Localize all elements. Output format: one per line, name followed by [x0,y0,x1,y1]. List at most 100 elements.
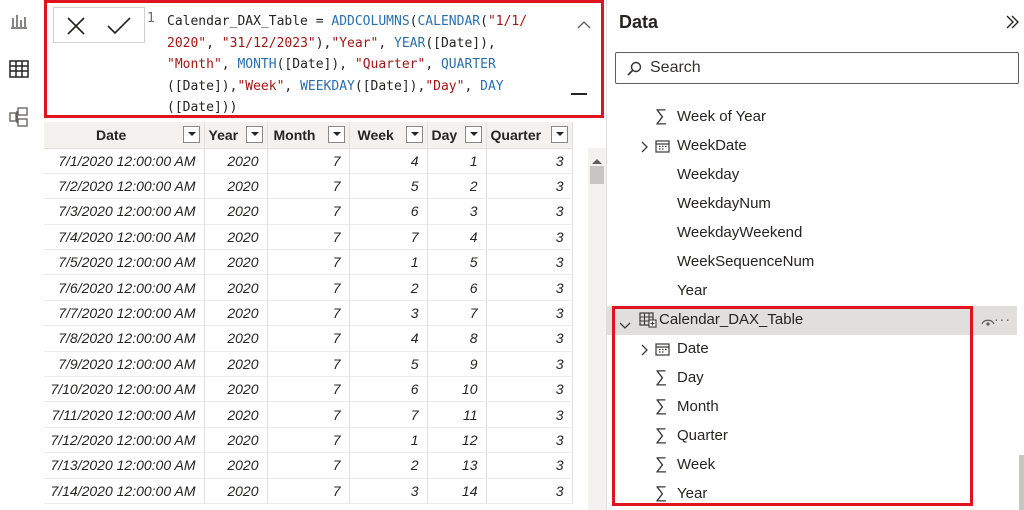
table-cell[interactable]: 3 [486,224,573,251]
table-cell[interactable]: 3 [486,173,573,200]
table-cell[interactable]: 2020 [204,452,268,479]
filter-dropdown-icon[interactable] [182,126,200,143]
field-item[interactable]: ∑ Week of Year [607,103,1017,132]
column-header-year[interactable]: Year [204,122,268,149]
collapse-formula-chevron-icon[interactable] [577,17,591,29]
pane-scrollbar[interactable] [1019,455,1024,510]
table-cell[interactable]: 7 [267,148,350,174]
search-input[interactable]: Search [615,52,1019,84]
table-cell[interactable]: 5 [349,351,428,378]
field-item[interactable]: ∑ Quarter [607,422,1017,451]
commit-check-icon[interactable] [106,14,132,38]
chevron-right-icon[interactable] [641,140,649,157]
table-cell[interactable]: 7 [267,325,350,352]
table-cell[interactable]: 1 [349,427,428,454]
table-cell[interactable]: 3 [486,274,573,301]
filter-dropdown-icon[interactable] [405,126,423,143]
more-options-icon[interactable]: ··· [994,311,1011,327]
table-cell[interactable]: 7 [349,401,428,428]
field-item[interactable]: ∑ Week [607,451,1017,480]
table-cell[interactable]: 2020 [204,376,268,403]
table-cell[interactable]: 6 [349,198,428,225]
table-cell[interactable]: 7 [267,427,350,454]
field-item[interactable]: ∑ Day [607,364,1017,393]
table-cell[interactable]: 12 [427,427,487,454]
table-cell[interactable]: 3 [349,300,428,327]
field-item[interactable]: WeekdayWeekend [607,219,1017,248]
table-cell[interactable]: 3 [486,249,573,276]
table-cell[interactable]: 3 [349,478,428,504]
chevron-down-icon[interactable] [619,317,631,334]
table-cell[interactable]: 7/12/2020 12:00:00 AM [44,427,205,454]
field-item[interactable]: WeekdayNum [607,190,1017,219]
table-cell[interactable]: 3 [486,148,573,174]
table-cell[interactable]: 3 [486,427,573,454]
table-cell[interactable]: 4 [349,148,428,174]
table-cell[interactable]: 2020 [204,148,268,174]
table-cell[interactable]: 7 [267,478,350,504]
table-cell[interactable]: 7/13/2020 12:00:00 AM [44,452,205,479]
table-cell[interactable]: 7/8/2020 12:00:00 AM [44,325,205,352]
table-cell[interactable]: 7/14/2020 12:00:00 AM [44,478,205,504]
table-cell[interactable]: 3 [486,300,573,327]
table-cell[interactable]: 7 [267,401,350,428]
column-header-day[interactable]: Day [427,122,487,149]
table-cell[interactable]: 7 [267,198,350,225]
table-cell[interactable]: 2020 [204,173,268,200]
filter-dropdown-icon[interactable] [327,126,345,143]
table-cell[interactable]: 2 [427,173,487,200]
table-cell[interactable]: 3 [486,198,573,225]
table-cell[interactable]: 7/1/2020 12:00:00 AM [44,148,205,174]
table-cell[interactable]: 2020 [204,300,268,327]
column-header-quarter[interactable]: Quarter [486,122,573,149]
table-cell[interactable]: 7 [267,452,350,479]
table-cell[interactable]: 7 [427,300,487,327]
table-cell[interactable]: 2020 [204,198,268,225]
filter-dropdown-icon[interactable] [464,126,482,143]
table-cell[interactable]: 10 [427,376,487,403]
table-cell[interactable]: 3 [486,376,573,403]
field-item[interactable]: Weekday [607,161,1017,190]
table-cell[interactable]: 3 [486,325,573,352]
table-cell[interactable]: 5 [349,173,428,200]
table-cell[interactable]: 7/9/2020 12:00:00 AM [44,351,205,378]
table-cell[interactable]: 7 [267,376,350,403]
collapse-pane-icon[interactable] [1004,14,1020,35]
formula-resize-handle[interactable] [571,93,587,95]
table-cell[interactable]: 7/6/2020 12:00:00 AM [44,274,205,301]
table-cell[interactable]: 7 [267,274,350,301]
table-cell[interactable]: 1 [427,148,487,174]
model-view-icon[interactable] [8,106,30,128]
table-cell[interactable]: 7 [267,173,350,200]
table-cell[interactable]: 7/2/2020 12:00:00 AM [44,173,205,200]
table-cell[interactable]: 1 [349,249,428,276]
table-cell[interactable]: 2020 [204,427,268,454]
table-cell[interactable]: 7/7/2020 12:00:00 AM [44,300,205,327]
table-cell[interactable]: 7 [267,224,350,251]
table-cell[interactable]: 2020 [204,274,268,301]
table-cell[interactable]: 5 [427,249,487,276]
table-cell[interactable]: 14 [427,478,487,504]
filter-dropdown-icon[interactable] [245,126,263,143]
table-cell[interactable]: 7/11/2020 12:00:00 AM [44,401,205,428]
field-item[interactable]: ∑ Month [607,393,1017,422]
table-cell[interactable]: 2020 [204,478,268,504]
table-cell[interactable]: 3 [486,452,573,479]
grid-scrollbar[interactable] [588,148,606,510]
table-cell[interactable]: 11 [427,401,487,428]
column-header-date[interactable]: Date [44,122,205,149]
table-view-icon[interactable] [8,58,30,80]
table-cell[interactable]: 6 [349,376,428,403]
chevron-right-icon[interactable] [641,343,649,360]
field-item[interactable]: WeekSequenceNum [607,248,1017,277]
table-cell[interactable]: 4 [349,325,428,352]
table-cell[interactable]: 7/3/2020 12:00:00 AM [44,198,205,225]
table-cell[interactable]: 9 [427,351,487,378]
table-cell[interactable]: 3 [486,401,573,428]
table-cell[interactable]: 2020 [204,401,268,428]
cancel-icon[interactable] [64,14,90,38]
table-cell[interactable]: 2020 [204,351,268,378]
column-header-month[interactable]: Month [267,122,350,149]
table-cell[interactable]: 3 [427,198,487,225]
table-cell[interactable]: 7 [267,249,350,276]
